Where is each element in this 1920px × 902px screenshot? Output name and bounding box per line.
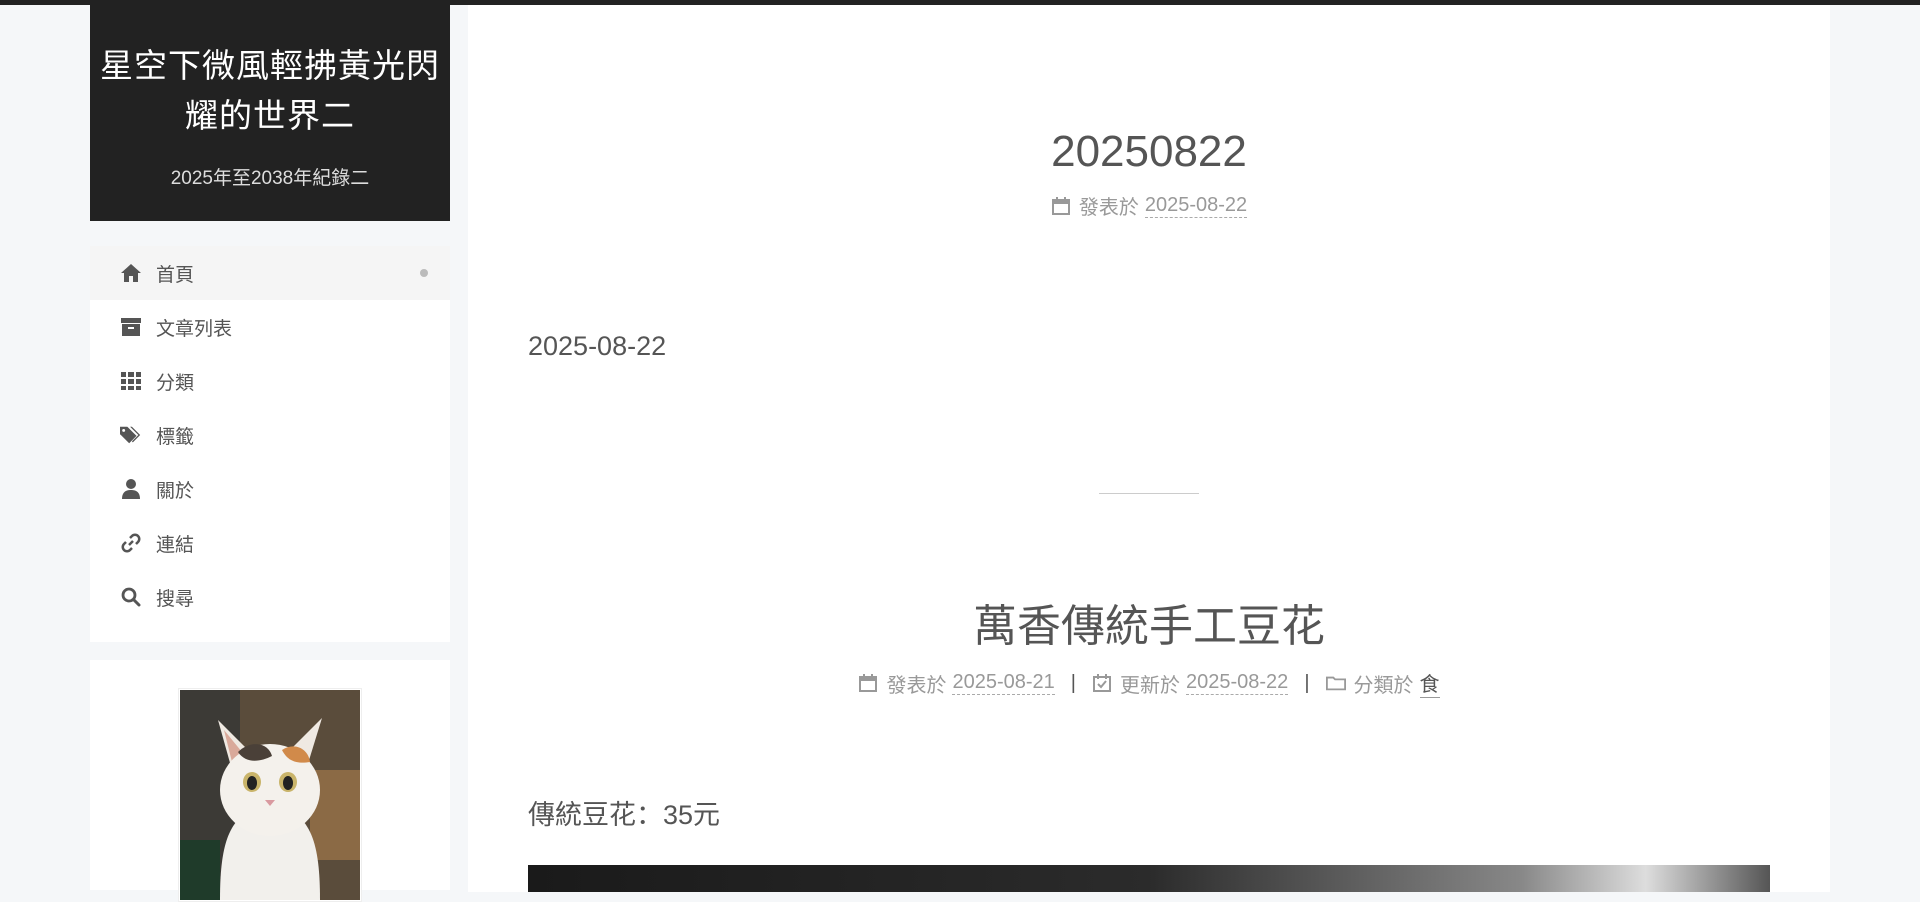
posted-label: 發表於 (1078, 197, 1139, 219)
meta-separator: | (1304, 671, 1310, 694)
menu-item-label: 關於 (156, 480, 195, 502)
post-title[interactable]: 20250822 (468, 127, 1830, 177)
post-meta: 發表於 2025-08-22 (468, 191, 1830, 220)
site-subtitle: 2025年至2038年紀錄二 (170, 168, 370, 189)
site-title[interactable]: 星空下微風輕拂黃光閃耀的世界二 (90, 5, 450, 141)
calendar-icon (858, 673, 878, 693)
sidebar: 星空下微風輕拂黃光閃耀的世界二 2025年至2038年紀錄二 首頁 文章列表 分… (90, 5, 450, 902)
folder-icon (1325, 673, 1346, 693)
posted-date[interactable]: 2025-08-21 (952, 671, 1055, 695)
post-2: 萬香傳統手工豆花 發表於 2025-08-21 | 更新於 2025-08-22… (468, 590, 1830, 698)
menu-item-links[interactable]: 連結 (90, 516, 450, 570)
archive-icon (120, 316, 142, 338)
calendar-check-icon (1092, 673, 1112, 693)
menu-item-tags[interactable]: 標籤 (90, 408, 450, 462)
menu-item-archives[interactable]: 文章列表 (90, 300, 450, 354)
author-profile (90, 660, 450, 902)
post-1: 20250822 發表於 2025-08-22 (468, 127, 1830, 220)
posted-label: 發表於 (886, 674, 947, 697)
menu-item-about[interactable]: 關於 (90, 462, 450, 516)
menu-item-label: 搜尋 (156, 588, 195, 610)
menu-item-categories[interactable]: 分類 (90, 354, 450, 408)
avatar (178, 688, 362, 902)
menu-item-label: 分類 (156, 372, 195, 394)
post-divider (1099, 493, 1199, 494)
posted-date[interactable]: 2025-08-22 (1144, 194, 1248, 218)
post-body: 2025-08-22 (528, 331, 667, 361)
post-image (528, 865, 1770, 892)
user-icon (120, 478, 142, 500)
menu-item-home[interactable]: 首頁 (90, 246, 450, 300)
active-dot (420, 269, 428, 277)
meta-separator: | (1070, 671, 1076, 694)
post-body: 傳統豆花：35元 (528, 800, 721, 830)
menu-item-label: 首頁 (156, 264, 195, 286)
menu-item-label: 標籤 (156, 426, 195, 448)
calendar-icon (1051, 196, 1071, 216)
menu-item-label: 文章列表 (156, 318, 233, 340)
link-icon (120, 532, 142, 554)
updated-label: 更新於 (1120, 674, 1180, 697)
cat-photo (180, 690, 360, 900)
category-label: 分類於 (1353, 674, 1414, 697)
site-brand: 星空下微風輕拂黃光閃耀的世界二 2025年至2038年紀錄二 (90, 5, 450, 221)
tags-icon (120, 424, 142, 446)
post-meta: 發表於 2025-08-21 | 更新於 2025-08-22 | 分類於 食 (468, 668, 1830, 698)
main-content: 20250822 發表於 2025-08-22 2025-08-22 萬香傳統手… (468, 5, 1830, 892)
menu-item-search[interactable]: 搜尋 (90, 570, 450, 624)
search-icon (120, 586, 142, 608)
updated-date[interactable]: 2025-08-22 (1186, 671, 1289, 695)
home-icon (120, 262, 142, 284)
grid-icon (120, 370, 142, 392)
category-link[interactable]: 食 (1419, 668, 1440, 698)
nav-menu: 首頁 文章列表 分類 標籤 關於 連結 搜尋 (90, 246, 450, 642)
menu-item-label: 連結 (156, 534, 195, 556)
post-title[interactable]: 萬香傳統手工豆花 (468, 590, 1830, 654)
